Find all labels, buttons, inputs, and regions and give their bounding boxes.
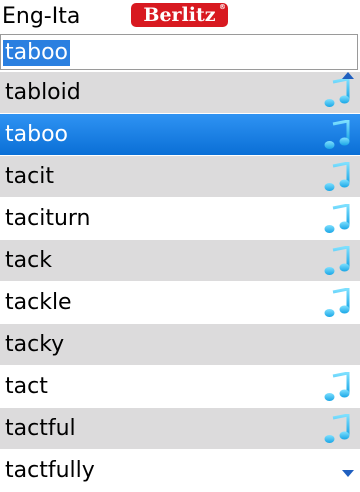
- logo-text: Berlitz: [143, 4, 216, 26]
- list-item[interactable]: taciturn: [0, 198, 360, 240]
- audio-note-icon[interactable]: [324, 77, 350, 108]
- audio-note-icon[interactable]: [324, 161, 350, 192]
- header-bar: Eng-Ita Berlitz ®: [0, 0, 360, 34]
- list-item[interactable]: taboo: [0, 114, 360, 156]
- audio-note-icon[interactable]: [324, 119, 350, 150]
- audio-note-icon[interactable]: [324, 371, 350, 402]
- list-item[interactable]: tacit: [0, 156, 360, 198]
- list-item[interactable]: tactful: [0, 408, 360, 450]
- list-item-word: taboo: [5, 122, 68, 147]
- list-item-word: tacky: [5, 332, 65, 357]
- audio-note-icon[interactable]: [324, 413, 350, 444]
- scroll-down-arrow-icon[interactable]: [342, 470, 354, 477]
- list-item[interactable]: tactfully: [0, 450, 360, 492]
- list-item-word: tabloid: [5, 80, 81, 105]
- scroll-up-arrow-icon[interactable]: [342, 72, 354, 79]
- audio-note-icon[interactable]: [324, 203, 350, 234]
- list-item-word: tack: [5, 248, 52, 273]
- search-input[interactable]: taboo: [0, 34, 358, 70]
- search-input-value[interactable]: taboo: [3, 40, 70, 66]
- list-item-word: tactfully: [5, 458, 95, 483]
- list-item[interactable]: tacky: [0, 324, 360, 366]
- word-list[interactable]: tabloid taboo tacit taciturn tack tackle tacky…: [0, 72, 360, 492]
- list-item-word: taciturn: [5, 206, 91, 231]
- list-item[interactable]: tact: [0, 366, 360, 408]
- registered-mark-icon: ®: [219, 3, 226, 11]
- list-item[interactable]: tabloid: [0, 72, 360, 114]
- list-item-word: tact: [5, 374, 48, 399]
- list-item[interactable]: tack: [0, 240, 360, 282]
- list-item-word: tackle: [5, 290, 72, 315]
- audio-note-icon[interactable]: [324, 245, 350, 276]
- berlitz-logo: Berlitz ®: [131, 3, 228, 27]
- list-item[interactable]: tackle: [0, 282, 360, 324]
- list-item-word: tactful: [5, 416, 76, 441]
- dictionary-direction-title: Eng-Ita: [2, 4, 81, 29]
- list-item-word: tacit: [5, 164, 54, 189]
- audio-note-icon[interactable]: [324, 287, 350, 318]
